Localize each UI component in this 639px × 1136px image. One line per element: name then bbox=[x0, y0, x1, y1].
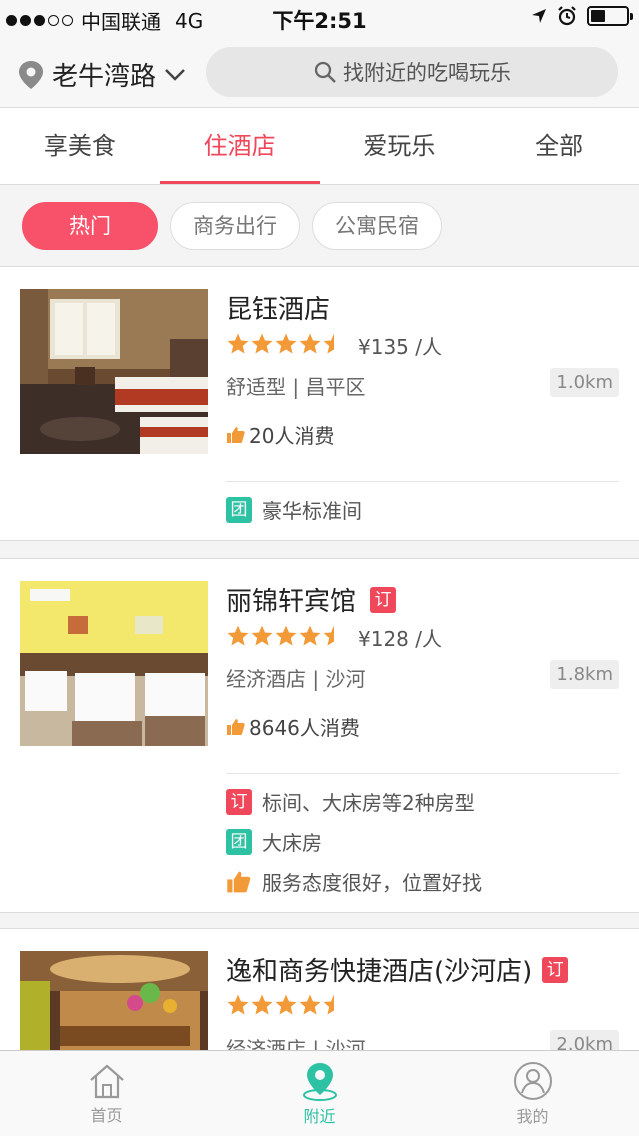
rating-row: ¥135 /人 bbox=[226, 331, 442, 360]
hotel-category: 舒适型 | 昌平区 bbox=[226, 375, 366, 399]
rating-star bbox=[299, 994, 321, 1015]
home-icon bbox=[89, 1064, 124, 1098]
consumers-count: 20人消费 bbox=[226, 420, 334, 449]
tab-hotel[interactable]: 住酒店 bbox=[159, 108, 320, 184]
filter-business[interactable]: 商务出行 bbox=[170, 201, 300, 250]
booking-badge: 订 bbox=[370, 586, 397, 613]
thumbs-up-icon bbox=[227, 426, 245, 443]
divider bbox=[226, 481, 619, 482]
chevron-down-icon bbox=[165, 68, 185, 81]
hotel-card[interactable]: 丽锦轩宾馆 订 ¥128 /人 经济酒店 | 沙河 1.8km 8646人消费 … bbox=[0, 558, 639, 913]
tab-food[interactable]: 享美食 bbox=[0, 108, 160, 184]
consumers-count: 8646人消费 bbox=[226, 712, 360, 741]
group-buy-badge: 团 bbox=[226, 828, 252, 855]
booking-badge: 订 bbox=[542, 956, 569, 983]
app-screen: 中国联通 4G 下午2:51 老牛湾路 找附近的吃喝玩乐 享美食 住酒店 爱玩乐… bbox=[0, 0, 639, 1136]
price: ¥135 /人 bbox=[358, 335, 442, 359]
rating-stars bbox=[226, 624, 346, 652]
hotel-name-row: 逸和商务快捷酒店(沙河店) 订 bbox=[226, 951, 569, 988]
tabbar-home[interactable]: 首页 bbox=[0, 1051, 213, 1136]
hotel-card[interactable]: 昆钰酒店 ¥135 /人 舒适型 | 昌平区 1.0km 20人消费 团 豪华标… bbox=[0, 266, 639, 541]
location-pin-icon bbox=[19, 60, 43, 89]
user-icon bbox=[513, 1061, 552, 1100]
thumbs-up-icon bbox=[227, 871, 251, 892]
hotel-category: 经济酒店 | 沙河 bbox=[226, 667, 366, 691]
consumers-text: 8646人消费 bbox=[249, 716, 360, 740]
divider bbox=[226, 773, 619, 774]
rating-star bbox=[275, 994, 297, 1015]
hotel-name: 逸和商务快捷酒店(沙河店) bbox=[226, 957, 533, 987]
alarm-clock-icon bbox=[558, 6, 576, 26]
rating-star bbox=[299, 625, 321, 645]
filter-apartment[interactable]: 公寓民宿 bbox=[312, 201, 442, 250]
tab-all[interactable]: 全部 bbox=[479, 108, 639, 184]
deal-item[interactable]: 团 大床房 bbox=[226, 827, 322, 856]
booking-badge: 订 bbox=[226, 788, 252, 815]
thumbs-up-icon bbox=[227, 718, 245, 735]
tabbar-nearby-label: 附近 bbox=[303, 1106, 336, 1126]
rating-star bbox=[251, 625, 273, 645]
filter-bar: 热门 商务出行 公寓民宿 bbox=[0, 185, 639, 267]
hotel-name: 昆钰酒店 bbox=[226, 295, 331, 325]
rating-stars bbox=[226, 332, 346, 360]
tabbar-profile-label: 我的 bbox=[516, 1106, 549, 1126]
consumers-text: 20人消费 bbox=[249, 424, 335, 448]
deal-item[interactable]: 团 豪华标准间 bbox=[226, 495, 362, 524]
deal-item[interactable]: 订 标间、大床房等2种房型 bbox=[226, 787, 475, 816]
search-icon bbox=[314, 61, 336, 83]
deal-text: 豪华标准间 bbox=[262, 499, 362, 523]
filter-hot[interactable]: 热门 bbox=[22, 201, 158, 250]
bottom-tab-bar: 首页 附近 我的 bbox=[0, 1050, 639, 1136]
rating-row: ¥128 /人 bbox=[226, 623, 442, 652]
search-bar[interactable]: 找附近的吃喝玩乐 bbox=[206, 47, 618, 97]
map-pin-icon bbox=[302, 1062, 337, 1101]
rating-star bbox=[275, 625, 297, 645]
rating-star bbox=[227, 994, 249, 1015]
rating-star bbox=[227, 625, 249, 645]
hotel-name-row: 丽锦轩宾馆 订 bbox=[226, 581, 397, 618]
tab-entertainment[interactable]: 爱玩乐 bbox=[320, 108, 480, 184]
category-tabs: 享美食 住酒店 爱玩乐 全部 bbox=[0, 108, 639, 185]
status-right bbox=[531, 6, 633, 26]
hotel-name-row: 昆钰酒店 bbox=[226, 289, 330, 326]
distance-badge: 1.8km bbox=[550, 660, 619, 689]
rating-star bbox=[251, 333, 273, 353]
review-item[interactable]: 服务态度很好，位置好找 bbox=[226, 867, 482, 896]
location-arrow-icon bbox=[532, 9, 546, 23]
rating-star bbox=[323, 625, 334, 645]
location-label: 老牛湾路 bbox=[52, 62, 157, 92]
rating-star bbox=[251, 994, 273, 1015]
location-selector[interactable]: 老牛湾路 bbox=[18, 56, 186, 93]
deal-text: 大床房 bbox=[262, 831, 322, 855]
rating-star bbox=[323, 333, 334, 353]
hotel-photo bbox=[20, 289, 208, 454]
status-bar: 中国联通 4G 下午2:51 bbox=[0, 0, 639, 36]
tabbar-home-label: 首页 bbox=[90, 1105, 123, 1125]
rating-star bbox=[275, 333, 297, 353]
search-placeholder: 找附近的吃喝玩乐 bbox=[343, 61, 511, 85]
hotel-name: 丽锦轩宾馆 bbox=[226, 587, 357, 617]
distance-badge: 1.0km bbox=[550, 368, 619, 397]
rating-star bbox=[227, 333, 249, 353]
rating-row bbox=[226, 993, 346, 1021]
rating-stars bbox=[226, 993, 346, 1021]
top-header: 老牛湾路 找附近的吃喝玩乐 bbox=[0, 36, 639, 108]
rating-star bbox=[323, 994, 334, 1015]
price: ¥128 /人 bbox=[358, 627, 442, 651]
tabbar-nearby[interactable]: 附近 bbox=[213, 1051, 426, 1136]
group-buy-badge: 团 bbox=[226, 496, 252, 523]
rating-star bbox=[299, 333, 321, 353]
hotel-photo bbox=[20, 581, 208, 746]
battery-icon bbox=[587, 6, 633, 26]
deal-text: 标间、大床房等2种房型 bbox=[262, 791, 475, 815]
review-text: 服务态度很好，位置好找 bbox=[262, 871, 482, 895]
tabbar-profile[interactable]: 我的 bbox=[426, 1051, 639, 1136]
